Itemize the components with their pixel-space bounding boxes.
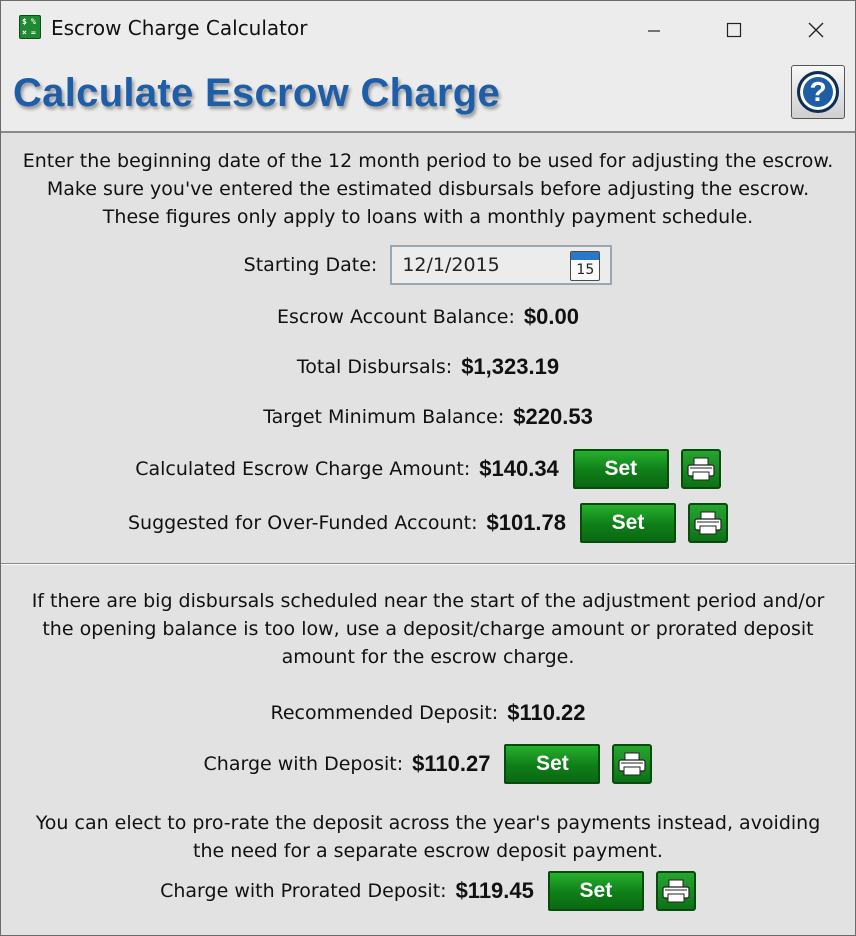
charge-prorated-label: Charge with Prorated Deposit: <box>160 880 447 902</box>
close-button[interactable] <box>793 13 839 47</box>
escrow-balance-value: $0.00 <box>523 304 579 329</box>
printer-icon <box>662 879 690 903</box>
charge-with-deposit-label: Charge with Deposit: <box>203 753 404 775</box>
calculated-charge-row: Calculated Escrow Charge Amount: $140.34… <box>1 447 855 491</box>
over-funded-row: Suggested for Over-Funded Account: $101.… <box>1 501 855 545</box>
maximize-button[interactable] <box>711 13 757 47</box>
over-funded-label: Suggested for Over-Funded Account: <box>127 512 478 534</box>
starting-date-value: 12/1/2015 <box>402 254 500 276</box>
calendar-day: 15 <box>576 262 595 278</box>
page-header: Calculate Escrow Charge ? <box>1 59 855 133</box>
starting-date-row: Starting Date: 12/1/2015 15 <box>1 243 855 287</box>
target-min-row: Target Minimum Balance: $220.53 <box>1 395 855 439</box>
help-icon-glyph: ? <box>809 76 827 107</box>
starting-date-label: Starting Date: <box>243 254 378 276</box>
over-funded-print-button[interactable] <box>688 503 729 543</box>
recommended-deposit-value: $110.22 <box>507 700 586 725</box>
calculated-charge-label: Calculated Escrow Charge Amount: <box>135 458 471 480</box>
deposit-text: If there are big disbursals scheduled ne… <box>31 590 825 668</box>
charge-prorated-set-button[interactable]: Set <box>547 871 644 911</box>
page-title: Calculate Escrow Charge <box>13 71 501 115</box>
over-funded-value: $101.78 <box>486 510 567 535</box>
escrow-balance-label: Escrow Account Balance: <box>277 306 515 328</box>
recommended-deposit-row: Recommended Deposit: $110.22 <box>1 691 855 735</box>
help-icon: ? <box>797 71 839 113</box>
prorate-text: You can elect to pro-rate the deposit ac… <box>35 812 821 862</box>
calculated-charge-print-button[interactable] <box>680 449 721 489</box>
calculated-charge-value: $140.34 <box>479 456 559 481</box>
charge-prorated-value: $119.45 <box>455 878 534 903</box>
charge-with-deposit-row: Charge with Deposit: $110.27 Set <box>1 742 855 786</box>
charge-prorated-print-button[interactable] <box>655 871 696 911</box>
charge-with-deposit-print-button[interactable] <box>612 744 653 784</box>
recommended-deposit-label: Recommended Deposit: <box>270 702 499 724</box>
total-disbursals-label: Total Disbursals: <box>296 356 453 378</box>
target-min-value: $220.53 <box>513 404 593 429</box>
printer-icon <box>694 511 722 535</box>
charge-with-deposit-value: $110.27 <box>412 751 491 776</box>
intro-text: Enter the beginning date of the 12 month… <box>22 150 834 228</box>
target-min-label: Target Minimum Balance: <box>263 406 505 428</box>
printer-icon <box>618 752 647 776</box>
total-disbursals-value: $1,323.19 <box>461 354 560 379</box>
maximize-icon <box>726 22 742 38</box>
section-divider <box>1 563 855 565</box>
help-button[interactable]: ? <box>791 65 845 119</box>
title-bar: $% × = Escrow Charge Calculator <box>1 1 855 59</box>
calculated-charge-set-button[interactable]: Set <box>572 449 669 489</box>
minimize-button[interactable] <box>631 13 677 47</box>
starting-date-picker[interactable]: 12/1/2015 15 <box>390 245 613 285</box>
calendar-icon[interactable]: 15 <box>570 251 601 281</box>
charge-with-deposit-set-button[interactable]: Set <box>504 744 601 784</box>
app-window: $% × = Escrow Charge Calculator Calculate… <box>0 0 856 936</box>
charge-prorated-row: Charge with Prorated Deposit: $119.45 Se… <box>1 869 855 913</box>
printer-icon <box>687 457 715 481</box>
total-disbursals-row: Total Disbursals: $1,323.19 <box>1 345 855 389</box>
minimize-icon <box>648 30 660 32</box>
window-title: Escrow Charge Calculator <box>51 16 308 40</box>
calculator-icon: $% × = <box>19 15 41 39</box>
escrow-balance-row: Escrow Account Balance: $0.00 <box>1 295 855 339</box>
over-funded-set-button[interactable]: Set <box>580 503 677 543</box>
close-icon <box>808 22 824 38</box>
